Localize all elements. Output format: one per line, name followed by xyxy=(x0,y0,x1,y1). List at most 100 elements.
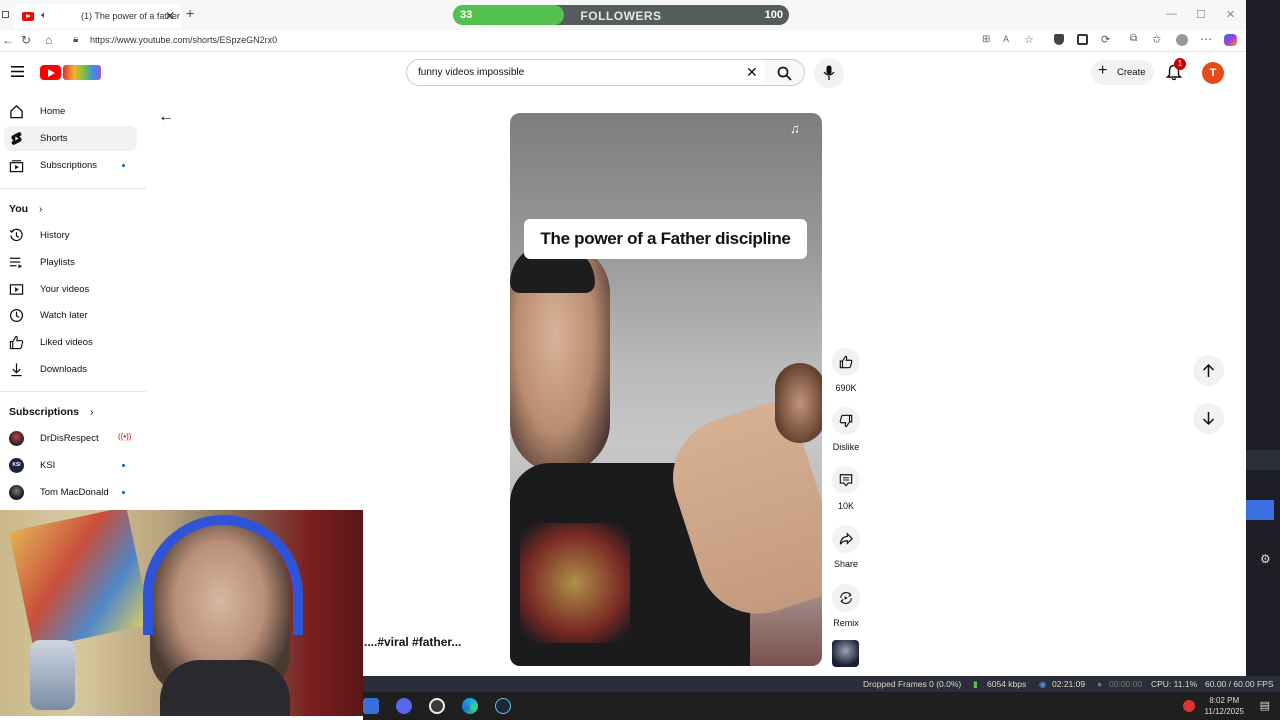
you-section-heading[interactable]: You › xyxy=(9,203,42,215)
subscription-item-drdisrespect[interactable]: DrDisRespect ((•)) xyxy=(4,426,137,451)
obs-selected-row[interactable] xyxy=(1246,500,1274,520)
home-browser-icon[interactable]: ⌂ xyxy=(45,33,52,47)
sidebar-item-liked-videos[interactable]: Liked videos xyxy=(4,330,137,355)
more-menu-icon[interactable]: ⋯ xyxy=(1200,32,1212,46)
sidebar-item-history[interactable]: History xyxy=(4,223,137,248)
sidebar-divider xyxy=(0,188,146,189)
outlook-icon[interactable] xyxy=(363,698,379,714)
account-avatar[interactable]: T xyxy=(1202,62,1224,84)
download-icon xyxy=(11,363,22,377)
extensions-puzzle-icon[interactable]: ⟳ xyxy=(1101,33,1110,46)
new-tab-icon[interactable]: + xyxy=(186,5,194,21)
subscriptions-section-heading[interactable]: Subscriptions › xyxy=(9,406,93,418)
next-short-button[interactable] xyxy=(1193,403,1224,434)
read-aloud-icon[interactable]: A xyxy=(1003,34,1009,44)
address-bar: ← ↻ ⌂ 🔒︎ https://www.youtube.com/shorts/… xyxy=(0,30,1280,52)
arrow-up-icon xyxy=(1202,363,1215,377)
sidebar-item-label: Your videos xyxy=(40,284,90,295)
followers-label: FOLLOWERS xyxy=(580,9,662,23)
search-input-value: funny videos impossible xyxy=(418,67,525,78)
favorites-icon[interactable]: ✩ xyxy=(1152,33,1161,46)
action-center-icon[interactable]: ▤ xyxy=(1260,699,1270,712)
hamburger-menu-icon[interactable] xyxy=(11,66,24,77)
sidebar-item-downloads[interactable]: Downloads xyxy=(4,357,137,382)
your-videos-icon xyxy=(9,284,24,295)
video-hashtags[interactable]: ....#viral #father... xyxy=(364,635,461,649)
discord-icon[interactable] xyxy=(396,698,412,714)
sidebar-item-label: Downloads xyxy=(40,364,87,375)
subscription-label: Tom MacDonald xyxy=(40,487,109,498)
close-tab-icon[interactable]: ✕ xyxy=(165,9,175,23)
notifications-button[interactable]: 1 xyxy=(1166,58,1186,81)
live-indicator-icon: ((•)) xyxy=(118,432,132,441)
sidebar-item-label: Watch later xyxy=(40,310,88,321)
like-button[interactable] xyxy=(832,348,860,376)
sidebar-item-label: History xyxy=(40,230,70,241)
subscription-item-tom-macdonald[interactable]: Tom MacDonald xyxy=(4,480,137,505)
reload-icon[interactable]: ↻ xyxy=(21,33,31,47)
sidebar-item-subscriptions[interactable]: Subscriptions xyxy=(4,153,137,178)
split-screen-icon[interactable]: ⧉ xyxy=(1130,33,1137,44)
share-button[interactable] xyxy=(832,525,860,553)
playlists-icon xyxy=(9,257,23,269)
comments-button[interactable] xyxy=(832,466,860,494)
remix-button[interactable] xyxy=(832,584,860,612)
share-label: Share xyxy=(833,559,859,569)
thumbs-down-icon xyxy=(839,414,853,428)
edge-icon[interactable] xyxy=(462,698,478,714)
chevron-right-icon: › xyxy=(89,406,94,418)
voice-search-button[interactable] xyxy=(814,58,844,88)
sidebar-item-your-videos[interactable]: Your videos xyxy=(4,277,137,302)
sidebar-item-playlists[interactable]: Playlists xyxy=(4,250,137,275)
obs-settings-gear-icon[interactable]: ⚙ xyxy=(1260,552,1271,566)
site-info-icon[interactable]: 🔒︎ xyxy=(73,34,78,45)
close-window-icon[interactable]: ✕ xyxy=(1226,8,1235,21)
app-available-icon[interactable]: ⊞ xyxy=(982,34,990,45)
favorite-star-icon[interactable]: ☆ xyxy=(1024,33,1034,46)
profile-icon[interactable] xyxy=(1176,34,1188,46)
cpu-usage: CPU: 11.1% xyxy=(1151,679,1198,689)
maximize-icon[interactable]: ☐ xyxy=(1196,8,1206,21)
you-heading-label: You xyxy=(9,203,29,215)
sound-thumbnail[interactable] xyxy=(832,640,859,667)
tab-actions-icon[interactable] xyxy=(2,11,9,18)
shorts-icon xyxy=(11,132,22,145)
browser-tab-bar: 🔈︎ (1) The power of a father dis ✕ + 33 … xyxy=(0,0,1280,30)
speaker-icon[interactable]: 🔈︎ xyxy=(41,10,47,21)
previous-short-button[interactable] xyxy=(1193,355,1224,386)
browser-tab[interactable]: 🔈︎ (1) The power of a father dis ✕ xyxy=(14,4,182,28)
search-button[interactable] xyxy=(765,59,805,86)
minimize-icon[interactable]: — xyxy=(1166,8,1177,20)
extension-shield-icon[interactable] xyxy=(1054,34,1064,45)
steam-icon[interactable] xyxy=(495,698,511,714)
tray-notification-icon[interactable] xyxy=(1183,700,1195,712)
clock-time: 8:02 PM xyxy=(1209,696,1240,705)
sidebar-item-label: Liked videos xyxy=(40,337,93,348)
obs-icon[interactable] xyxy=(429,698,445,714)
back-arrow-icon[interactable]: ← xyxy=(158,108,174,126)
taskbar-clock[interactable]: 8:02 PM 11/12/2025 xyxy=(1205,695,1244,717)
search-input[interactable]: funny videos impossible ✕ xyxy=(406,59,766,86)
stream-time: 02:21:09 xyxy=(1052,679,1086,689)
new-content-dot xyxy=(122,464,125,467)
channel-avatar xyxy=(9,485,24,500)
comment-count: 10K xyxy=(837,501,854,511)
extension-icon[interactable] xyxy=(1077,34,1088,45)
sidebar-item-watch-later[interactable]: Watch later xyxy=(4,303,137,328)
sidebar-item-shorts[interactable]: Shorts xyxy=(4,126,137,151)
sidebar-item-home[interactable]: Home xyxy=(4,99,137,124)
youtube-logo[interactable] xyxy=(40,64,102,82)
followers-goal: 100 xyxy=(764,9,783,21)
back-icon[interactable]: ← xyxy=(2,33,14,47)
copilot-icon[interactable] xyxy=(1224,34,1237,46)
create-button[interactable]: + Create xyxy=(1091,60,1154,85)
dislike-button[interactable] xyxy=(832,407,860,435)
home-icon xyxy=(10,104,23,119)
bitrate: 6054 kbps xyxy=(987,679,1027,689)
url-field[interactable]: https://www.youtube.com/shorts/ESpzeGN2r… xyxy=(90,35,277,45)
shorts-video-player[interactable]: ♫ The power of a Father discipline xyxy=(510,113,822,666)
subscription-item-ksi[interactable]: KSI KSI xyxy=(4,453,137,478)
liked-videos-icon xyxy=(9,335,24,350)
fps: 60.00 / 60.00 FPS xyxy=(1205,679,1274,689)
clear-search-icon[interactable]: ✕ xyxy=(746,64,758,81)
